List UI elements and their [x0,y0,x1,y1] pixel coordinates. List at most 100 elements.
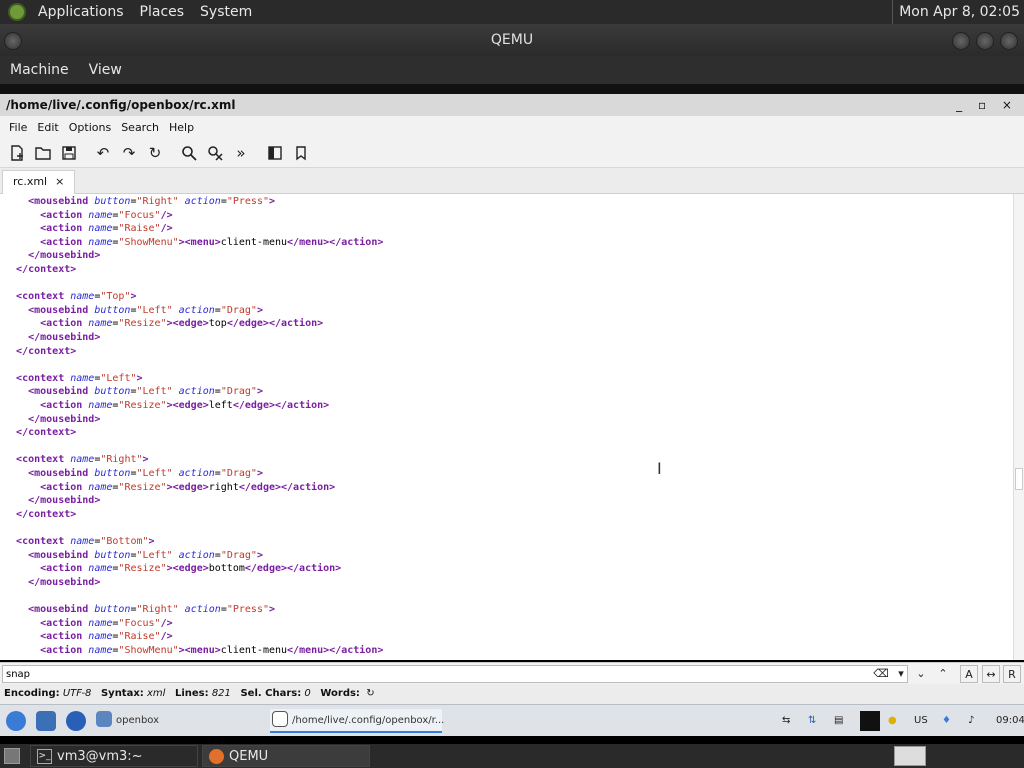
code-line[interactable]: <mousebind button="Left" action="Drag"> [4,304,263,318]
code-line[interactable]: <action name="Resize"><edge>top</edge></… [4,317,323,331]
tab-close-icon[interactable]: × [55,175,64,188]
vertical-scrollbar[interactable] [1013,194,1024,660]
code-line[interactable]: <action name="Focus"/> [4,209,173,223]
close-icon[interactable] [1000,32,1018,50]
code-token: "ShowMenu" [118,236,179,248]
reload-icon[interactable]: ↻ [144,142,166,164]
code-line[interactable]: </mousebind> [4,413,100,427]
places-menu[interactable]: Places [132,0,193,24]
code-line[interactable]: <action name="Resize"><edge>left</edge><… [4,399,329,413]
volume-icon[interactable]: ♪ [968,711,974,731]
clipboard-icon[interactable]: ▤ [834,711,843,731]
edit-menu[interactable]: Edit [32,121,63,134]
help-menu[interactable]: Help [164,121,199,134]
bookmark-icon[interactable] [290,142,312,164]
network-settings-icon[interactable]: ⇆ [782,711,790,731]
code-line[interactable]: </context> [4,345,76,359]
code-line[interactable]: </context> [4,263,76,277]
system-menu[interactable]: System [192,0,260,24]
code-line[interactable]: </mousebind> [4,576,100,590]
code-line[interactable]: <action name="ShowMenu"><menu>client-men… [4,236,383,250]
text-area[interactable]: <mousebind button="Right" action="Press"… [0,194,1013,660]
code-line[interactable]: <context name="Bottom"> [4,535,155,549]
find-replace-icon[interactable] [204,142,226,164]
regex-icon[interactable]: R [1003,665,1021,683]
code-line[interactable]: </mousebind> [4,331,100,345]
find-next-icon[interactable]: ⌄ [912,665,930,683]
jump-to-line-icon[interactable]: » [230,142,252,164]
taskbar-item-openbox[interactable]: openbox [94,709,264,733]
code-token: "Drag" [220,304,257,316]
host-clock[interactable]: Mon Apr 8, 02:05 [892,0,1020,24]
code-token: action [172,386,215,398]
whole-word-icon[interactable]: ↔ [982,665,1000,683]
code-line[interactable]: <action name="Raise"/> [4,222,173,236]
code-line[interactable]: <action name="Raise"/> [4,630,173,644]
view-menu[interactable]: View [79,62,132,78]
code-line[interactable]: <action name="Resize"><edge>bottom</edge… [4,562,341,576]
cpu-monitor-icon[interactable] [860,711,880,731]
window-menu-icon[interactable] [4,32,22,50]
code-line[interactable]: </context> [4,426,76,440]
encoding-value[interactable]: UTF-8 [63,688,92,699]
host-task-terminal[interactable]: >_ vm3@vm3:~ [30,745,198,767]
host-task-qemu[interactable]: QEMU [202,745,370,767]
search-history-dropdown-icon[interactable]: ▾ [892,665,910,683]
search-menu[interactable]: Search [116,121,164,134]
file-manager-icon[interactable] [36,711,56,731]
side-panel-icon[interactable] [264,142,286,164]
code-line[interactable]: <action name="Resize"><edge>right</edge>… [4,481,335,495]
code-line[interactable]: <context name="Top"> [4,290,136,304]
taskbar-item-editor[interactable]: /home/live/.config/openbox/r... [270,709,444,733]
code-token: name [64,536,95,547]
machine-menu[interactable]: Machine [0,62,79,78]
file-menu[interactable]: File [4,121,32,134]
keyboard-layout[interactable]: US [914,711,928,731]
new-file-icon[interactable] [6,142,28,164]
show-desktop-icon[interactable] [4,748,20,764]
redo-icon[interactable]: ↷ [118,142,140,164]
code-line[interactable]: </mousebind> [4,249,100,263]
code-line[interactable]: <mousebind button="Right" action="Press"… [4,603,275,617]
applications-logo-icon[interactable] [8,3,26,21]
undo-icon[interactable]: ↶ [92,142,114,164]
clear-search-icon[interactable]: ⌫ [872,665,890,683]
browser-icon[interactable] [66,711,86,731]
workspace-switcher[interactable] [894,746,926,766]
search-icon[interactable] [178,142,200,164]
code-line[interactable]: <context name="Right"> [4,453,149,467]
host-task-label: vm3@vm3:~ [57,749,143,764]
guest-clock[interactable]: 09:04 [996,711,1024,731]
code-line[interactable]: <mousebind button="Left" action="Drag"> [4,385,263,399]
code-line[interactable]: </mousebind> [4,494,100,508]
code-token: "Raise" [118,223,161,235]
code-line[interactable]: <action name="Focus"/> [4,617,173,631]
refresh-words-icon[interactable]: ↻ [363,688,374,699]
code-line[interactable]: <mousebind button="Right" action="Press"… [4,195,275,209]
save-icon[interactable] [58,142,80,164]
search-bar: ⌫ ▾ ⌄ ⌃ A ↔ R [0,662,1024,684]
match-case-icon[interactable]: A [960,665,978,683]
find-previous-icon[interactable]: ⌃ [934,665,952,683]
editor-window-controls[interactable]: _ ▫ × [956,94,1018,116]
code-line[interactable]: <mousebind button="Left" action="Drag"> [4,467,263,481]
applications-menu[interactable]: Applications [30,0,132,24]
tab-rc-xml[interactable]: rc.xml × [2,170,76,194]
code-line[interactable]: </context> [4,508,76,522]
start-menu-icon[interactable] [6,711,26,731]
maximize-icon[interactable] [976,32,994,50]
code-line[interactable]: <action name="ShowMenu"><menu>client-men… [4,644,383,658]
code-token: name [64,291,95,303]
notifications-icon[interactable]: ● [888,711,897,731]
code-line[interactable]: <mousebind button="Left" action="Drag"> [4,549,263,563]
updates-icon[interactable]: ⇅ [808,711,816,731]
bluetooth-icon[interactable]: ♦ [942,711,951,731]
search-input[interactable] [2,665,908,683]
code-line[interactable]: <context name="Left"> [4,372,142,386]
syntax-value[interactable]: xml [147,688,165,699]
options-menu[interactable]: Options [64,121,116,134]
open-folder-icon[interactable] [32,142,54,164]
minimize-icon[interactable] [952,32,970,50]
scrollbar-thumb[interactable] [1015,468,1023,490]
